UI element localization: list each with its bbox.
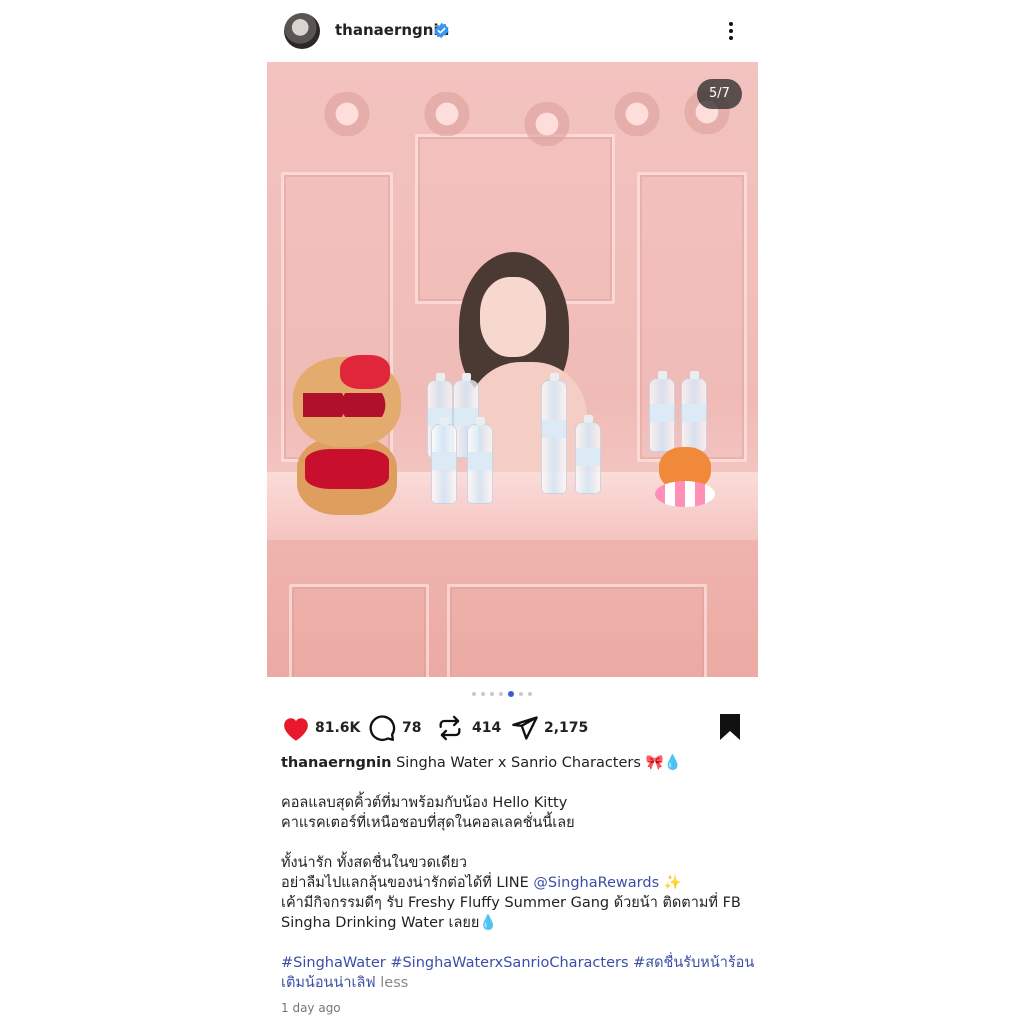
more-options-icon[interactable]	[723, 19, 739, 43]
carousel-dot[interactable]	[519, 692, 523, 696]
caption-line: เค้ามีกิจกรรมดีๆ รับ Freshy Fluffy Summe…	[281, 895, 741, 911]
wall-ornament	[417, 92, 477, 136]
caption-username[interactable]: thanaerngnin	[281, 755, 391, 771]
table-panel	[447, 584, 707, 677]
carousel-dot[interactable]	[499, 692, 503, 696]
comment-icon	[369, 715, 396, 742]
caption-text: ✨	[659, 875, 682, 891]
hashtags-line-2: เติมน้อนน่าเลิฟ less	[281, 973, 751, 993]
carousel-dot[interactable]	[528, 692, 532, 696]
repost-count: 414	[472, 720, 502, 736]
repost-icon	[439, 715, 461, 741]
table-front	[267, 540, 758, 677]
share-count: 2,175	[544, 720, 589, 736]
water-bottle	[467, 417, 493, 504]
carousel-dot[interactable]	[472, 692, 476, 696]
like-count: 81.6K	[315, 720, 361, 736]
repost-button[interactable]: 414	[436, 714, 506, 742]
send-icon	[512, 716, 538, 740]
carousel-dot[interactable]	[481, 692, 485, 696]
post-card: thanaerngnin 5/7 81.6K 78 414 2,175 than…	[267, 0, 758, 1024]
water-bottle	[431, 417, 457, 504]
post-header: thanaerngnin	[267, 0, 758, 62]
caption-line: คาแรคเตอร์ที่เหนือชอบที่สุดในคอลเลคชั่นน…	[281, 815, 575, 831]
comment-count: 78	[402, 720, 422, 736]
water-bottle	[681, 371, 707, 452]
bookmark-icon[interactable]	[718, 713, 742, 741]
caption-line: ทั้งน่ารัก ทั้งสดชื่นในขวดเดียว	[281, 855, 468, 871]
image-counter: 5/7	[697, 79, 742, 109]
verified-badge-icon	[434, 22, 449, 39]
hello-kitty-plush	[285, 355, 403, 515]
avatar[interactable]	[284, 13, 320, 49]
mention-link[interactable]: @SinghaRewards	[533, 875, 659, 891]
caption: thanaerngnin Singha Water x Sanrio Chara…	[281, 753, 754, 993]
wall-ornament	[317, 92, 377, 136]
like-button[interactable]: 81.6K	[281, 714, 361, 742]
water-bottle	[649, 371, 675, 452]
carousel-dot[interactable]	[490, 692, 494, 696]
carousel-dot-active[interactable]	[508, 691, 514, 697]
share-button[interactable]: 2,175	[511, 714, 591, 742]
heart-icon	[284, 718, 308, 741]
caption-title: Singha Water x Sanrio Characters 🎀💧	[396, 755, 682, 771]
carousel-dots	[472, 691, 552, 697]
post-timestamp: 1 day ago	[281, 1001, 341, 1015]
post-image[interactable]: 5/7	[267, 62, 758, 677]
water-bottle	[541, 373, 567, 494]
tiger-plush	[655, 447, 715, 511]
caption-title-line: thanaerngnin Singha Water x Sanrio Chara…	[281, 753, 751, 773]
caption-text: อย่าลืมไปแลกลุ้นของน่ารักต่อได้ที่ LINE	[281, 875, 534, 891]
action-bar: 81.6K 78 414 2,175	[267, 710, 758, 746]
person-face	[480, 277, 546, 357]
hashtag-continued[interactable]: เติมน้อนน่าเลิฟ	[281, 975, 376, 991]
comment-button[interactable]: 78	[368, 714, 428, 742]
wall-ornament	[517, 102, 577, 146]
caption-line-with-link: อย่าลืมไปแลกลุ้นของน่ารักต่อได้ที่ LINE …	[281, 873, 751, 893]
caption-line: Singha Drinking Water เลยย💧	[281, 915, 498, 931]
water-bottle	[575, 415, 601, 494]
less-button[interactable]: less	[380, 975, 408, 991]
table-panel	[289, 584, 429, 677]
hashtags[interactable]: #SinghaWater #SinghaWaterxSanrioCharacte…	[281, 953, 754, 973]
caption-line: คอลแลบสุดคิ้วต์ที่มาพร้อมกับน้อง Hello K…	[281, 795, 568, 811]
wall-ornament	[607, 92, 667, 136]
